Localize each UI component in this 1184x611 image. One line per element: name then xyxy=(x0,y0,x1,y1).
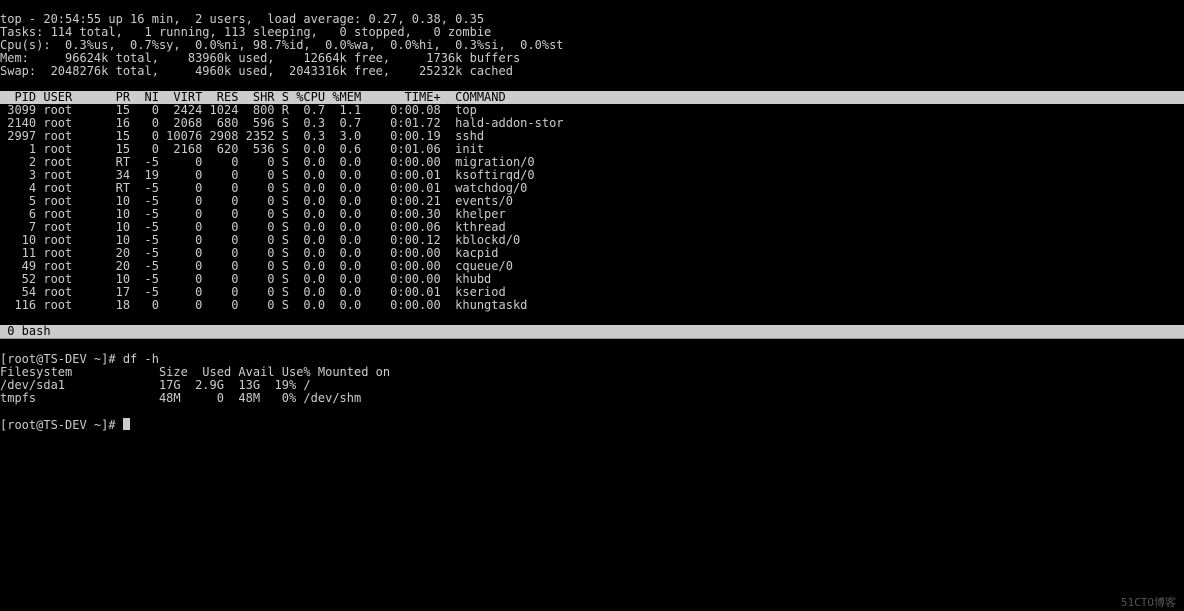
process-list: 3099 root 15 0 2424 1024 800 R 0.7 1.1 0… xyxy=(0,104,1184,312)
process-row: 11 root 20 -5 0 0 0 S 0.0 0.0 0:00.00 ka… xyxy=(0,246,499,260)
tmux-status-bar-top: 0 bash xyxy=(0,325,1184,338)
top-pane[interactable]: top - 20:54:55 up 16 min, 2 users, load … xyxy=(0,0,1184,338)
top-summary-line4: Mem: 96624k total, 83960k used, 12664k f… xyxy=(0,51,520,65)
process-row: 1 root 15 0 2168 620 536 S 0.0 0.6 0:01.… xyxy=(0,142,484,156)
shell-prompt-line: [root@TS-DEV ~]# df -h xyxy=(0,352,159,366)
bottom-pane[interactable]: [root@TS-DEV ~]# df -h Filesystem Size U… xyxy=(0,340,1184,611)
process-row: 3 root 34 19 0 0 0 S 0.0 0.0 0:00.01 kso… xyxy=(0,168,535,182)
top-summary-line5: Swap: 2048276k total, 4960k used, 204331… xyxy=(0,64,513,78)
df-header: Filesystem Size Used Avail Use% Mounted … xyxy=(0,365,390,379)
process-row: 52 root 10 -5 0 0 0 S 0.0 0.0 0:00.00 kh… xyxy=(0,272,491,286)
top-summary-line2: Tasks: 114 total, 1 running, 113 sleepin… xyxy=(0,25,491,39)
df-rows: /dev/sda1 17G 2.9G 13G 19% / tmpfs 48M 0… xyxy=(0,379,1184,405)
df-row: /dev/sda1 17G 2.9G 13G 19% / xyxy=(0,378,311,392)
cursor-block xyxy=(123,418,130,430)
process-row: 2 root RT -5 0 0 0 S 0.0 0.0 0:00.00 mig… xyxy=(0,155,535,169)
process-row: 2140 root 16 0 2068 680 596 S 0.3 0.7 0:… xyxy=(0,116,564,130)
process-row: 4 root RT -5 0 0 0 S 0.0 0.0 0:00.01 wat… xyxy=(0,181,527,195)
top-summary-line3: Cpu(s): 0.3%us, 0.7%sy, 0.0%ni, 98.7%id,… xyxy=(0,38,564,52)
process-row: 2997 root 15 0 10076 2908 2352 S 0.3 3.0… xyxy=(0,129,484,143)
process-row: 54 root 17 -5 0 0 0 S 0.0 0.0 0:00.01 ks… xyxy=(0,285,506,299)
process-row: 7 root 10 -5 0 0 0 S 0.0 0.0 0:00.06 kth… xyxy=(0,220,506,234)
shell-prompt-cursor[interactable]: [root@TS-DEV ~]# xyxy=(0,418,130,432)
process-row: 6 root 10 -5 0 0 0 S 0.0 0.0 0:00.30 khe… xyxy=(0,207,506,221)
process-row: 3099 root 15 0 2424 1024 800 R 0.7 1.1 0… xyxy=(0,103,477,117)
process-row: 10 root 10 -5 0 0 0 S 0.0 0.0 0:00.12 kb… xyxy=(0,233,520,247)
process-row: 5 root 10 -5 0 0 0 S 0.0 0.0 0:00.21 eve… xyxy=(0,194,513,208)
process-row: 49 root 20 -5 0 0 0 S 0.0 0.0 0:00.00 cq… xyxy=(0,259,513,273)
top-summary-line1: top - 20:54:55 up 16 min, 2 users, load … xyxy=(0,12,484,26)
process-row: 116 root 18 0 0 0 0 S 0.0 0.0 0:00.00 kh… xyxy=(0,298,527,312)
df-row: tmpfs 48M 0 48M 0% /dev/shm xyxy=(0,391,361,405)
